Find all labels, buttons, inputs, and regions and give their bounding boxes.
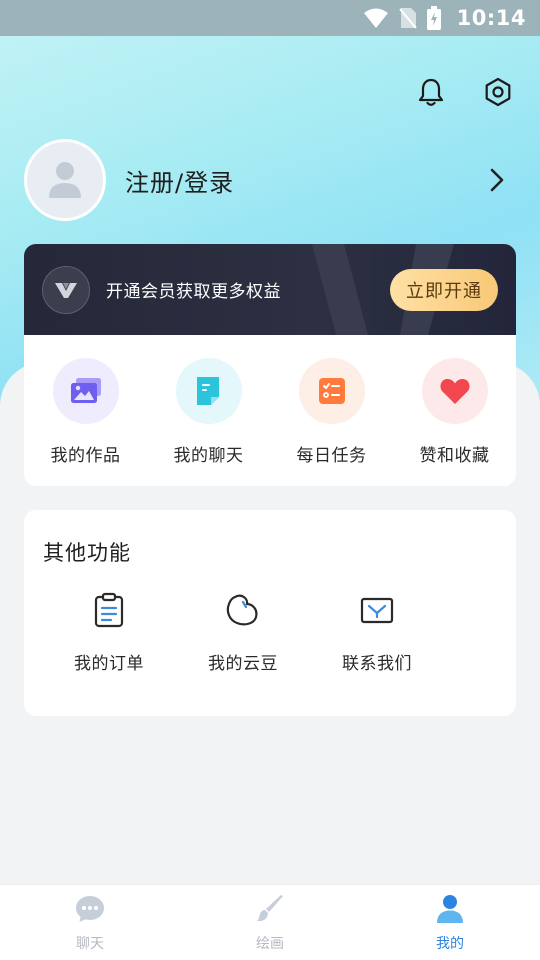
heart-icon [421,358,488,424]
feature-label: 赞和收藏 [419,446,490,466]
login-register-label[interactable]: 注册/登录 [125,163,234,198]
avatar[interactable] [24,139,106,221]
wifi-icon [363,8,388,28]
member-card: 开通会员获取更多权益 立即开通 我的作品 我的聊天 每日任务 赞和收藏 [24,244,516,486]
contact-us-item[interactable]: 联系我们 [310,592,444,674]
status-bar: 10:14 [0,0,540,36]
user-placeholder-icon [49,162,81,198]
settings-gear-icon[interactable] [482,76,514,108]
paint-brush-icon [257,895,283,922]
feature-label: 我的聊天 [173,446,244,466]
feature-daily-tasks[interactable]: 每日任务 [270,358,393,486]
tab-drawing[interactable]: 绘画 [180,885,360,960]
mail-icon [360,597,394,624]
tab-chat-label: 聊天 [76,936,104,952]
activate-vip-button[interactable]: 立即开通 [390,269,498,311]
status-time: 10:14 [456,6,526,30]
feature-label: 我的作品 [50,446,121,466]
tab-mine[interactable]: 我的 [360,885,540,960]
other-functions-title: 其他功能 [43,541,131,565]
feature-my-works[interactable]: 我的作品 [24,358,147,486]
battery-charging-icon [426,6,441,30]
tab-mine-label: 我的 [436,936,464,952]
contact-us-label: 联系我们 [342,654,412,674]
feature-my-chats[interactable]: 我的聊天 [147,358,270,486]
chat-bubble-icon [76,896,104,922]
vip-badge [42,265,90,314]
bell-icon[interactable] [415,76,447,108]
chevron-right-icon[interactable] [484,166,510,194]
gallery-icon [52,358,119,424]
no-sim-icon [398,8,417,29]
my-beans-item[interactable]: 我的云豆 [176,592,310,674]
other-functions-list: 我的订单 我的云豆 联系我们 [42,592,444,674]
vip-promo-text: 开通会员获取更多权益 [106,282,281,302]
tab-drawing-label: 绘画 [256,936,284,952]
task-list-icon [298,358,365,424]
feature-shortcuts: 我的作品 我的聊天 每日任务 赞和收藏 [24,335,516,486]
other-functions-card: 其他功能 我的订单 我的云豆 联系我们 [24,510,516,716]
my-beans-label: 我的云豆 [208,654,278,674]
vip-v-badge-icon [55,282,77,298]
my-orders-label: 我的订单 [74,654,144,674]
feature-likes-favorites[interactable]: 赞和收藏 [393,358,516,486]
person-icon [437,895,463,923]
clipboard-order-icon [94,592,124,628]
feature-label: 每日任务 [296,446,367,466]
my-orders-item[interactable]: 我的订单 [42,592,176,674]
profile-login-row[interactable]: 注册/登录 [24,139,516,221]
bottom-navigation: 聊天 绘画 我的 [0,884,540,960]
vip-banner[interactable]: 开通会员获取更多权益 立即开通 [24,244,516,335]
chat-doc-icon [175,358,242,424]
bean-icon [226,594,258,626]
tab-chat[interactable]: 聊天 [0,885,180,960]
